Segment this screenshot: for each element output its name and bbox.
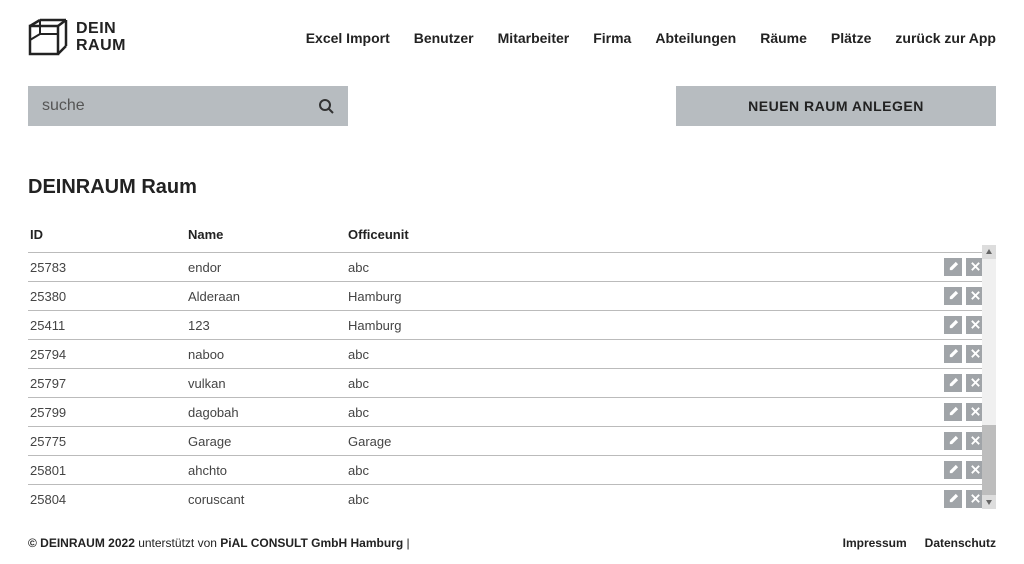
col-header-officeunit: Officeunit bbox=[348, 227, 508, 242]
table-row: 25801ahchtoabc bbox=[28, 456, 996, 485]
close-icon bbox=[970, 405, 981, 420]
edit-button[interactable] bbox=[944, 403, 962, 421]
cell-name: naboo bbox=[188, 347, 348, 362]
table-body: 25783endorabc25380AlderaanHamburg2541112… bbox=[28, 253, 996, 509]
cell-id: 25794 bbox=[28, 347, 188, 362]
cell-officeunit: abc bbox=[348, 347, 508, 362]
scroll-down-icon[interactable] bbox=[982, 495, 996, 509]
edit-icon bbox=[948, 405, 959, 420]
cell-officeunit: Garage bbox=[348, 434, 508, 449]
edit-button[interactable] bbox=[944, 258, 962, 276]
main-nav: Excel Import Benutzer Mitarbeiter Firma … bbox=[306, 30, 996, 46]
cell-id: 25775 bbox=[28, 434, 188, 449]
edit-button[interactable] bbox=[944, 287, 962, 305]
close-icon bbox=[970, 318, 981, 333]
close-icon bbox=[970, 289, 981, 304]
cell-name: endor bbox=[188, 260, 348, 275]
table-row: 25804coruscantabc bbox=[28, 485, 996, 509]
cell-name: dagobah bbox=[188, 405, 348, 420]
table-row: 25797vulkanabc bbox=[28, 369, 996, 398]
cell-officeunit: abc bbox=[348, 492, 508, 507]
cell-name: 123 bbox=[188, 318, 348, 333]
cell-id: 25380 bbox=[28, 289, 188, 304]
table-header: ID Name Officeunit bbox=[28, 227, 996, 253]
footer-suffix: | bbox=[403, 536, 409, 550]
edit-button[interactable] bbox=[944, 490, 962, 508]
search-icon bbox=[318, 98, 334, 114]
close-icon bbox=[970, 376, 981, 391]
cell-officeunit: abc bbox=[348, 260, 508, 275]
footer: © DEINRAUM 2022 unterstützt von PiAL CON… bbox=[0, 524, 1024, 564]
col-header-name: Name bbox=[188, 227, 348, 242]
nav-mitarbeiter[interactable]: Mitarbeiter bbox=[498, 30, 570, 46]
edit-button[interactable] bbox=[944, 432, 962, 450]
edit-icon bbox=[948, 492, 959, 507]
edit-button[interactable] bbox=[944, 461, 962, 479]
close-icon bbox=[970, 260, 981, 275]
nav-firma[interactable]: Firma bbox=[593, 30, 631, 46]
logo-icon bbox=[28, 18, 68, 58]
nav-excel-import[interactable]: Excel Import bbox=[306, 30, 390, 46]
logo-text-line2: RAUM bbox=[76, 38, 126, 55]
table-row: 25411123Hamburg bbox=[28, 311, 996, 340]
cell-name: ahchto bbox=[188, 463, 348, 478]
nav-raume[interactable]: Räume bbox=[760, 30, 807, 46]
close-icon bbox=[970, 434, 981, 449]
table-row: 25380AlderaanHamburg bbox=[28, 282, 996, 311]
table-row: 25794nabooabc bbox=[28, 340, 996, 369]
cell-name: Garage bbox=[188, 434, 348, 449]
edit-icon bbox=[948, 318, 959, 333]
cell-name: Alderaan bbox=[188, 289, 348, 304]
cell-id: 25783 bbox=[28, 260, 188, 275]
cell-id: 25801 bbox=[28, 463, 188, 478]
edit-button[interactable] bbox=[944, 316, 962, 334]
cell-id: 25799 bbox=[28, 405, 188, 420]
cell-id: 25411 bbox=[28, 318, 188, 333]
edit-icon bbox=[948, 289, 959, 304]
cell-name: coruscant bbox=[188, 492, 348, 507]
footer-supported: unterstützt von bbox=[138, 536, 220, 550]
table-row: 25775GarageGarage bbox=[28, 427, 996, 456]
close-icon bbox=[970, 463, 981, 478]
edit-icon bbox=[948, 434, 959, 449]
cell-officeunit: abc bbox=[348, 463, 508, 478]
edit-button[interactable] bbox=[944, 374, 962, 392]
scrollbar[interactable] bbox=[982, 245, 996, 509]
cell-officeunit: Hamburg bbox=[348, 318, 508, 333]
footer-copyright: © DEINRAUM 2022 bbox=[28, 536, 138, 550]
logo[interactable]: DEIN RAUM bbox=[28, 18, 126, 58]
edit-button[interactable] bbox=[944, 345, 962, 363]
table-row: 25799dagobahabc bbox=[28, 398, 996, 427]
search-box[interactable] bbox=[28, 86, 348, 126]
table-row: 25783endorabc bbox=[28, 253, 996, 282]
edit-icon bbox=[948, 376, 959, 391]
scrollbar-thumb[interactable] bbox=[982, 425, 996, 495]
nav-zuruck[interactable]: zurück zur App bbox=[895, 30, 996, 46]
nav-benutzer[interactable]: Benutzer bbox=[414, 30, 474, 46]
edit-icon bbox=[948, 347, 959, 362]
create-room-button[interactable]: NEUEN RAUM ANLEGEN bbox=[676, 86, 996, 126]
col-header-id: ID bbox=[28, 227, 188, 242]
cell-name: vulkan bbox=[188, 376, 348, 391]
footer-company: PiAL CONSULT GmbH Hamburg bbox=[220, 536, 403, 550]
close-icon bbox=[970, 347, 981, 362]
nav-abteilungen[interactable]: Abteilungen bbox=[655, 30, 736, 46]
footer-impressum[interactable]: Impressum bbox=[843, 536, 907, 550]
nav-platze[interactable]: Plätze bbox=[831, 30, 871, 46]
cell-officeunit: Hamburg bbox=[348, 289, 508, 304]
footer-datenschutz[interactable]: Datenschutz bbox=[925, 536, 996, 550]
section-title: DEINRAUM Raum bbox=[28, 176, 996, 199]
close-icon bbox=[970, 492, 981, 507]
cell-id: 25804 bbox=[28, 492, 188, 507]
edit-icon bbox=[948, 463, 959, 478]
cell-officeunit: abc bbox=[348, 405, 508, 420]
search-input[interactable] bbox=[42, 97, 318, 115]
scroll-up-icon[interactable] bbox=[982, 245, 996, 259]
edit-icon bbox=[948, 260, 959, 275]
logo-text-line1: DEIN bbox=[76, 21, 126, 38]
cell-id: 25797 bbox=[28, 376, 188, 391]
cell-officeunit: abc bbox=[348, 376, 508, 391]
